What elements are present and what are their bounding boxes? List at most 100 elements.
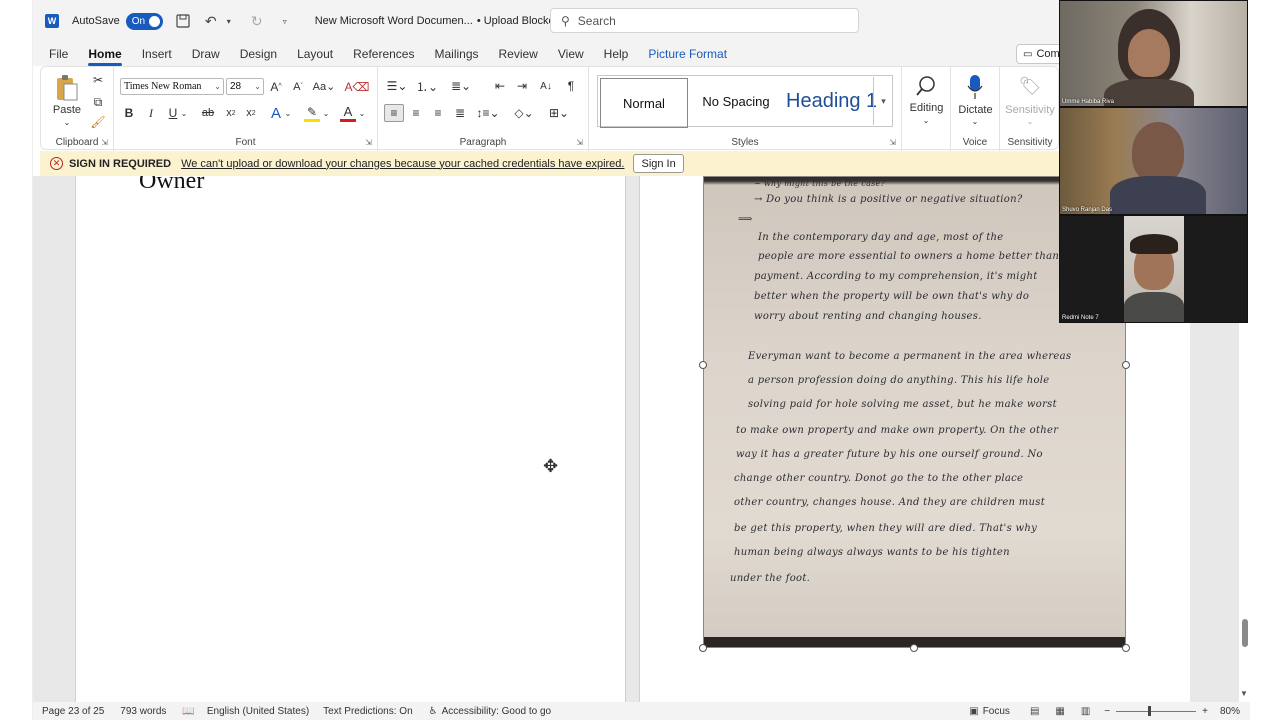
zoom-level[interactable]: 80%: [1220, 706, 1240, 717]
tab-view[interactable]: View: [548, 42, 594, 66]
tab-draw[interactable]: Draw: [182, 42, 230, 66]
zoom-out-icon[interactable]: −: [1104, 706, 1110, 717]
style-heading-1[interactable]: Heading 1: [782, 76, 876, 126]
sensitivity-icon[interactable]: 🏷: [1018, 73, 1042, 99]
autosave-toggle[interactable]: On: [125, 12, 163, 30]
dictate-button[interactable]: Dictate: [951, 103, 1000, 117]
decrease-indent-icon[interactable]: ⇤: [492, 78, 508, 94]
accessibility-status[interactable]: ♿ Accessibility: Good to go: [429, 706, 551, 717]
grow-font-icon[interactable]: A ^: [268, 78, 284, 95]
page-count[interactable]: Page 23 of 25: [42, 706, 104, 717]
justify-icon[interactable]: ≣: [452, 104, 468, 122]
resize-handle-bottom-right[interactable]: [1122, 644, 1130, 652]
tab-insert[interactable]: Insert: [132, 42, 182, 66]
scroll-down-icon[interactable]: ▼: [1240, 689, 1248, 698]
highlight-icon[interactable]: ✎: [304, 104, 320, 122]
save-icon[interactable]: [175, 13, 191, 29]
format-painter-icon[interactable]: 🖌: [90, 115, 105, 129]
proofing-icon[interactable]: 📖: [182, 706, 194, 717]
scrollbar-thumb[interactable]: [1242, 619, 1248, 647]
undo-icon[interactable]: ↶: [203, 13, 219, 29]
zoom-slider-knob[interactable]: [1148, 705, 1152, 716]
read-mode-icon[interactable]: ▤: [1030, 706, 1039, 717]
paste-dropdown-icon[interactable]: ⌄: [61, 117, 73, 127]
multilevel-list-icon[interactable]: ≣⌄: [448, 78, 474, 94]
tab-review[interactable]: Review: [489, 42, 548, 66]
bullets-icon[interactable]: ☰⌄: [386, 78, 408, 94]
sensitivity-dropdown-icon[interactable]: ⌄: [1024, 116, 1036, 126]
focus-icon[interactable]: ▣: [969, 706, 978, 717]
font-color-icon[interactable]: A: [340, 104, 356, 122]
align-right-icon[interactable]: ≡: [430, 104, 446, 122]
sort-icon[interactable]: A↓: [538, 78, 554, 94]
subscript-icon[interactable]: x2: [224, 105, 238, 121]
video-tile-participant[interactable]: Redmi Note 7: [1059, 215, 1248, 323]
tab-picture-format[interactable]: Picture Format: [638, 42, 737, 66]
upload-status[interactable]: • Upload Blocked: [477, 15, 561, 27]
tab-references[interactable]: References: [343, 42, 424, 66]
styles-launcher-icon[interactable]: ⇲: [889, 138, 896, 147]
line-spacing-icon[interactable]: ↕≡⌄: [476, 104, 500, 122]
undo-dropdown-icon[interactable]: ▾: [221, 13, 237, 29]
shading-icon[interactable]: ◇⌄: [512, 104, 536, 122]
print-layout-icon[interactable]: ▦: [1055, 706, 1064, 717]
dictate-dropdown-icon[interactable]: ⌄: [969, 116, 981, 126]
editing-search-icon[interactable]: [912, 73, 940, 99]
page-heading-text[interactable]: Owner: [139, 176, 204, 195]
highlight-dropdown-icon[interactable]: ⌄: [322, 105, 330, 121]
font-size-select[interactable]: 28 ⌄: [226, 78, 264, 95]
paste-icon[interactable]: [53, 73, 81, 103]
sign-in-message-link[interactable]: We can't upload or download your changes…: [181, 158, 624, 170]
text-effects-icon[interactable]: A: [268, 104, 284, 122]
numbering-icon[interactable]: ⒈⌄: [416, 78, 438, 94]
video-tile-participant[interactable]: Umme Habiba Riva: [1059, 0, 1248, 107]
clear-formatting-icon[interactable]: A⌫: [345, 78, 370, 95]
paragraph-launcher-icon[interactable]: ⇲: [576, 138, 583, 147]
underline-dropdown-icon[interactable]: ⌄: [180, 105, 188, 121]
zoom-slider[interactable]: [1116, 705, 1197, 716]
bold-icon[interactable]: B: [122, 105, 136, 121]
styles-more-icon[interactable]: ▾: [873, 77, 893, 125]
font-color-dropdown-icon[interactable]: ⌄: [358, 105, 366, 121]
sign-in-button[interactable]: Sign In: [633, 154, 684, 173]
sensitivity-button[interactable]: Sensitivity: [1000, 103, 1060, 117]
borders-icon[interactable]: ⊞⌄: [546, 104, 572, 122]
change-case-icon[interactable]: Aa⌄: [312, 78, 336, 95]
underline-icon[interactable]: U: [166, 105, 180, 121]
clipboard-launcher-icon[interactable]: ⇲: [101, 138, 108, 147]
text-predictions-status[interactable]: Text Predictions: On: [323, 706, 412, 717]
style-no-spacing[interactable]: No Spacing: [690, 76, 782, 126]
document-title[interactable]: New Microsoft Word Documen...: [315, 15, 473, 27]
focus-button[interactable]: Focus: [983, 706, 1010, 717]
video-tile-participant[interactable]: Shuvo Ranjan Das: [1059, 107, 1248, 215]
resize-handle-left[interactable]: [699, 361, 707, 369]
customize-toolbar-icon[interactable]: ▿: [277, 13, 293, 29]
align-center-icon[interactable]: ≡: [408, 104, 424, 122]
tab-layout[interactable]: Layout: [287, 42, 343, 66]
tab-home[interactable]: Home: [78, 42, 131, 66]
editing-dropdown-icon[interactable]: ⌄: [920, 115, 932, 125]
language-status[interactable]: English (United States): [207, 706, 309, 717]
tab-mailings[interactable]: Mailings: [424, 42, 488, 66]
document-page-left[interactable]: Owner ✥: [75, 176, 626, 702]
search-input[interactable]: ⚲ Search: [550, 8, 859, 33]
resize-handle-bottom[interactable]: [910, 644, 918, 652]
italic-icon[interactable]: I: [144, 105, 158, 121]
cut-icon[interactable]: ✂: [91, 73, 105, 87]
font-launcher-icon[interactable]: ⇲: [365, 138, 372, 147]
increase-indent-icon[interactable]: ⇥: [514, 78, 530, 94]
shrink-font-icon[interactable]: Aˇ: [290, 78, 306, 95]
align-left-icon[interactable]: ≡: [384, 104, 404, 122]
resize-handle-right[interactable]: [1122, 361, 1130, 369]
strikethrough-icon[interactable]: ab: [200, 105, 216, 121]
web-layout-icon[interactable]: ▥: [1081, 706, 1090, 717]
zoom-in-icon[interactable]: +: [1202, 706, 1208, 717]
redo-icon[interactable]: ↻: [249, 13, 265, 29]
tab-help[interactable]: Help: [594, 42, 639, 66]
paste-button[interactable]: Paste: [47, 103, 87, 117]
show-formatting-icon[interactable]: ¶: [564, 78, 578, 94]
superscript-icon[interactable]: x2: [244, 105, 258, 121]
word-count[interactable]: 793 words: [120, 706, 166, 717]
text-effects-dropdown-icon[interactable]: ⌄: [284, 105, 292, 121]
font-name-select[interactable]: Times New Roman ⌄: [120, 78, 224, 95]
